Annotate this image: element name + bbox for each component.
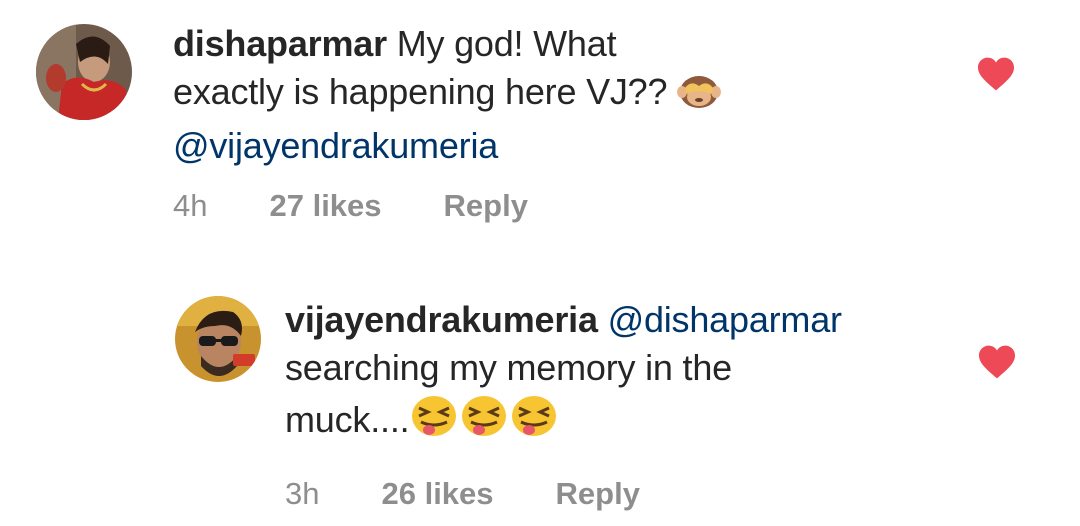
avatar[interactable]	[36, 24, 132, 120]
squinting-face-with-tongue-icon	[509, 392, 559, 450]
comment-vijayendrakumeria: vijayendrakumeria @dishaparmar searching…	[175, 296, 1080, 526]
comment-text: vijayendrakumeria @dishaparmar searching…	[285, 296, 965, 450]
heart-icon[interactable]	[976, 56, 1016, 92]
squinting-face-with-tongue-icon	[459, 392, 509, 450]
mention-link[interactable]: @vijayendrakumeria	[173, 125, 498, 166]
comment-text-line1: My god! What	[386, 23, 617, 64]
reply-button[interactable]: Reply	[556, 476, 640, 512]
mention-link[interactable]: @dishaparmar	[608, 299, 842, 340]
comment-dishaparmar: dishaparmar My god! What exactly is happ…	[36, 23, 1080, 244]
comment-text-line1: searching my memory in the	[285, 347, 732, 388]
comment-meta: 4h 27 likes Reply	[173, 188, 528, 224]
squinting-face-with-tongue-icon	[409, 392, 459, 450]
comment-time: 3h	[285, 476, 320, 511]
comment-meta: 3h 26 likes Reply	[285, 476, 640, 512]
comment-text-line2: muck....	[285, 399, 410, 440]
heart-icon[interactable]	[977, 344, 1017, 380]
likes-count[interactable]: 26 likes	[381, 476, 493, 512]
comment-username[interactable]: vijayendrakumeria	[285, 299, 598, 340]
likes-count[interactable]: 27 likes	[269, 188, 381, 224]
avatar[interactable]	[175, 296, 261, 382]
comment-username[interactable]: dishaparmar	[173, 23, 387, 64]
comment-text: dishaparmar My god! What exactly is happ…	[173, 20, 893, 170]
see-no-evil-monkey-icon	[677, 70, 722, 122]
reply-button[interactable]: Reply	[444, 188, 528, 224]
comment-text-line2: exactly is happening here VJ??	[173, 71, 678, 112]
comment-time: 4h	[173, 188, 208, 223]
